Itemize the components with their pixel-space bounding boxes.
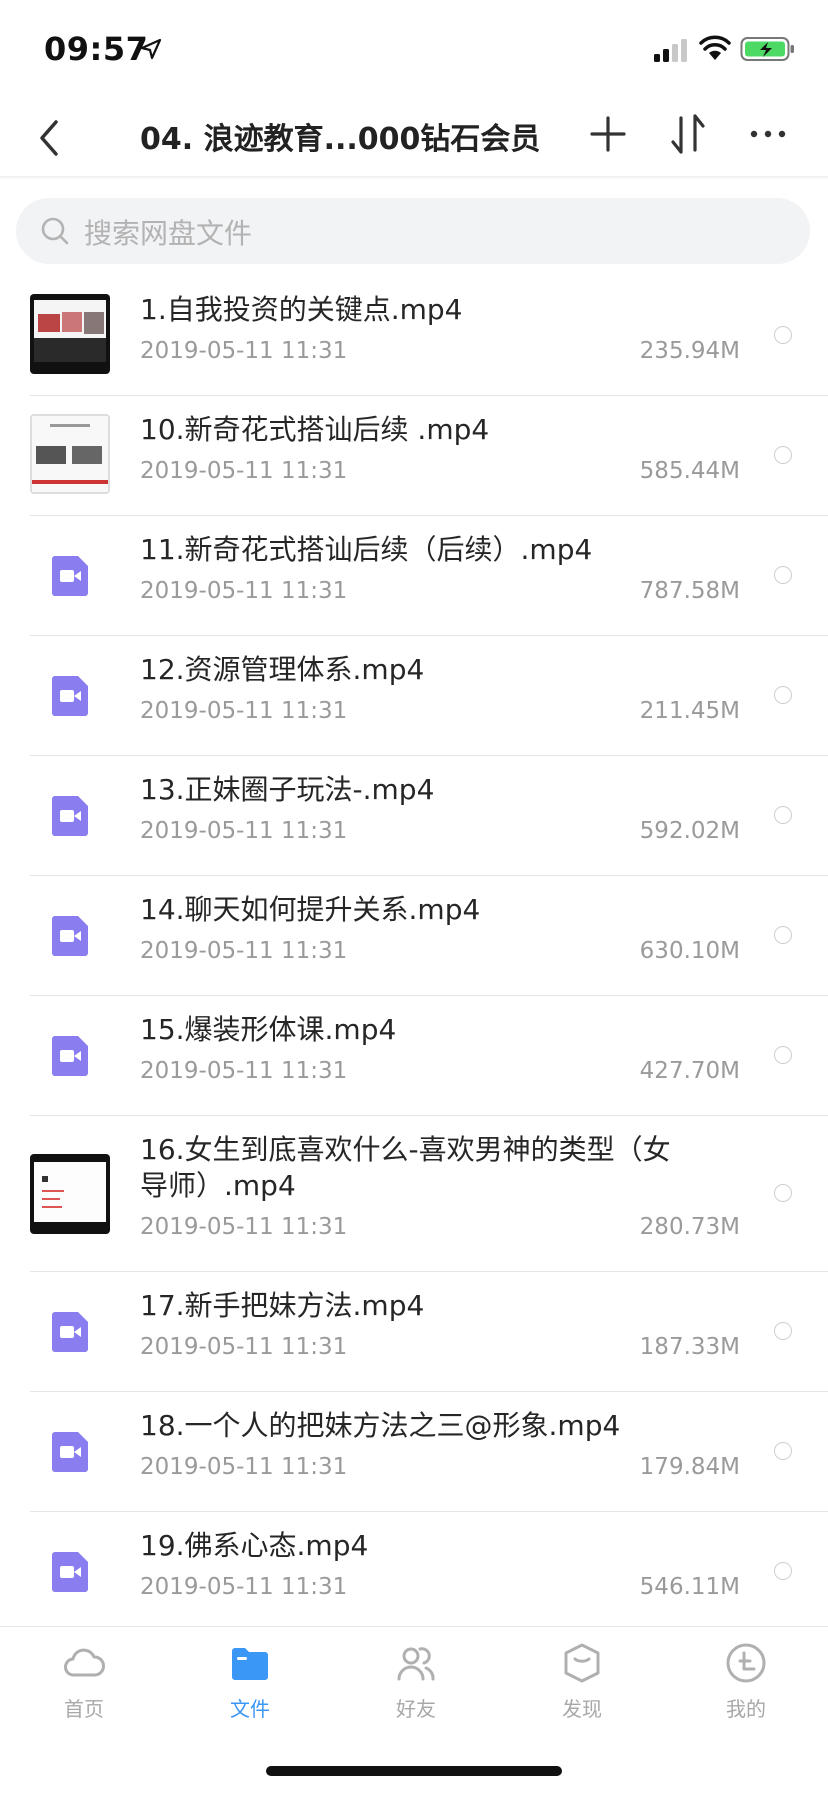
file-date: 2019-05-11 11:31 <box>140 1214 348 1240</box>
file-size: 235.94M <box>639 338 740 364</box>
tab-discover[interactable]: 发现 <box>522 1641 642 1737</box>
select-radio[interactable] <box>774 1562 792 1580</box>
tab-label: 文件 <box>230 1697 270 1721</box>
video-file-icon <box>52 796 88 836</box>
file-row[interactable]: 18.一个人的把妹方法之三@形象.mp4 2019-05-11 11:31 17… <box>0 1392 828 1512</box>
file-list: 1.自我投资的关键点.mp4 2019-05-11 11:31 235.94M … <box>0 276 828 1632</box>
tab-friends[interactable]: 好友 <box>356 1641 476 1737</box>
video-file-icon <box>52 1036 88 1076</box>
select-radio[interactable] <box>774 446 792 464</box>
discover-icon <box>564 1643 600 1683</box>
video-thumbnail <box>30 414 110 494</box>
file-size: 211.45M <box>639 698 740 724</box>
file-date: 2019-05-11 11:31 <box>140 698 348 724</box>
nav-divider <box>0 176 828 180</box>
file-row[interactable]: 17.新手把妹方法.mp4 2019-05-11 11:31 187.33M <box>0 1272 828 1392</box>
file-size: 179.84M <box>639 1454 740 1480</box>
file-name: 11.新奇花式搭讪后续（后续）.mp4 <box>140 533 593 566</box>
file-size: 187.33M <box>639 1334 740 1360</box>
friends-icon <box>397 1647 435 1681</box>
tab-home[interactable]: 首页 <box>24 1641 144 1737</box>
status-bar: 09:57 <box>0 0 828 100</box>
battery-charging-icon <box>740 37 794 61</box>
file-row[interactable]: 19.佛系心态.mp4 2019-05-11 11:31 546.11M <box>0 1512 828 1632</box>
file-row[interactable]: 11.新奇花式搭讪后续（后续）.mp4 2019-05-11 11:31 787… <box>0 516 828 636</box>
file-row[interactable]: 10.新奇花式搭讪后续 .mp4 2019-05-11 11:31 585.44… <box>0 396 828 516</box>
profile-icon <box>726 1643 766 1683</box>
file-date: 2019-05-11 11:31 <box>140 1574 348 1600</box>
select-radio[interactable] <box>774 1184 792 1202</box>
file-size: 787.58M <box>639 578 740 604</box>
file-size: 427.70M <box>639 1058 740 1084</box>
file-size: 546.11M <box>639 1574 740 1600</box>
home-indicator[interactable] <box>266 1766 562 1776</box>
video-file-icon <box>52 556 88 596</box>
file-date: 2019-05-11 11:31 <box>140 338 348 364</box>
video-file-icon <box>52 1312 88 1352</box>
file-name: 17.新手把妹方法.mp4 <box>140 1289 425 1322</box>
tab-label: 首页 <box>64 1697 104 1721</box>
file-date: 2019-05-11 11:31 <box>140 1334 348 1360</box>
search-placeholder: 搜索网盘文件 <box>84 217 253 250</box>
video-thumbnail <box>30 294 110 374</box>
file-date: 2019-05-11 11:31 <box>140 1454 348 1480</box>
file-row[interactable]: 16.女生到底喜欢什么-喜欢男神的类型（女导师）.mp4 2019-05-11 … <box>0 1116 828 1272</box>
tab-label: 好友 <box>396 1697 436 1721</box>
file-row[interactable]: 14.聊天如何提升关系.mp4 2019-05-11 11:31 630.10M <box>0 876 828 996</box>
select-radio[interactable] <box>774 326 792 344</box>
location-arrow-icon <box>140 38 162 60</box>
file-name: 12.资源管理体系.mp4 <box>140 653 425 686</box>
file-date: 2019-05-11 11:31 <box>140 818 348 844</box>
file-size: 592.02M <box>639 818 740 844</box>
tab-label: 发现 <box>562 1697 602 1721</box>
sort-button[interactable] <box>668 112 708 156</box>
select-radio[interactable] <box>774 566 792 584</box>
folder-icon <box>232 1648 268 1680</box>
tab-files[interactable]: 文件 <box>190 1641 310 1737</box>
file-row[interactable]: 13.正妹圈子玩法-.mp4 2019-05-11 11:31 592.02M <box>0 756 828 876</box>
back-button[interactable] <box>30 110 70 166</box>
file-date: 2019-05-11 11:31 <box>140 1058 348 1084</box>
add-button[interactable] <box>588 114 628 154</box>
file-name: 18.一个人的把妹方法之三@形象.mp4 <box>140 1409 621 1442</box>
file-row[interactable]: 12.资源管理体系.mp4 2019-05-11 11:31 211.45M <box>0 636 828 756</box>
video-file-icon <box>52 916 88 956</box>
search-icon <box>41 217 69 245</box>
page-title: 04. 浪迹教育...000钻石会员 <box>140 122 541 157</box>
select-radio[interactable] <box>774 1046 792 1064</box>
nav-bar: 04. 浪迹教育...000钻石会员 <box>0 100 828 176</box>
file-name: 13.正妹圈子玩法-.mp4 <box>140 773 435 806</box>
tab-label: 我的 <box>726 1697 766 1721</box>
wifi-icon <box>699 35 731 60</box>
cloud-icon <box>64 1648 105 1677</box>
tab-profile[interactable]: 我的 <box>686 1641 806 1737</box>
video-file-icon <box>52 1432 88 1472</box>
cellular-signal-icon <box>654 39 687 62</box>
file-name: 1.自我投资的关键点.mp4 <box>140 293 463 326</box>
video-file-icon <box>52 676 88 716</box>
select-radio[interactable] <box>774 686 792 704</box>
file-date: 2019-05-11 11:31 <box>140 458 348 484</box>
file-name: 16.女生到底喜欢什么-喜欢男神的类型（女导师）.mp4 <box>140 1133 671 1202</box>
file-size: 630.10M <box>639 938 740 964</box>
search-input[interactable]: 搜索网盘文件 <box>16 198 810 264</box>
file-size: 280.73M <box>639 1214 740 1240</box>
file-name: 10.新奇花式搭讪后续 .mp4 <box>140 413 490 446</box>
select-radio[interactable] <box>774 806 792 824</box>
video-file-icon <box>52 1552 88 1592</box>
select-radio[interactable] <box>774 1442 792 1460</box>
file-name: 15.爆装形体课.mp4 <box>140 1013 397 1046</box>
select-radio[interactable] <box>774 926 792 944</box>
file-row[interactable]: 1.自我投资的关键点.mp4 2019-05-11 11:31 235.94M <box>0 276 828 396</box>
file-date: 2019-05-11 11:31 <box>140 938 348 964</box>
file-name: 14.聊天如何提升关系.mp4 <box>140 893 481 926</box>
file-row[interactable]: 15.爆装形体课.mp4 2019-05-11 11:31 427.70M <box>0 996 828 1116</box>
status-time: 09:57 <box>44 30 149 68</box>
file-date: 2019-05-11 11:31 <box>140 578 348 604</box>
file-size: 585.44M <box>639 458 740 484</box>
file-name: 19.佛系心态.mp4 <box>140 1529 369 1562</box>
video-thumbnail <box>30 1154 110 1234</box>
select-radio[interactable] <box>774 1322 792 1340</box>
more-options-button[interactable] <box>748 124 788 144</box>
